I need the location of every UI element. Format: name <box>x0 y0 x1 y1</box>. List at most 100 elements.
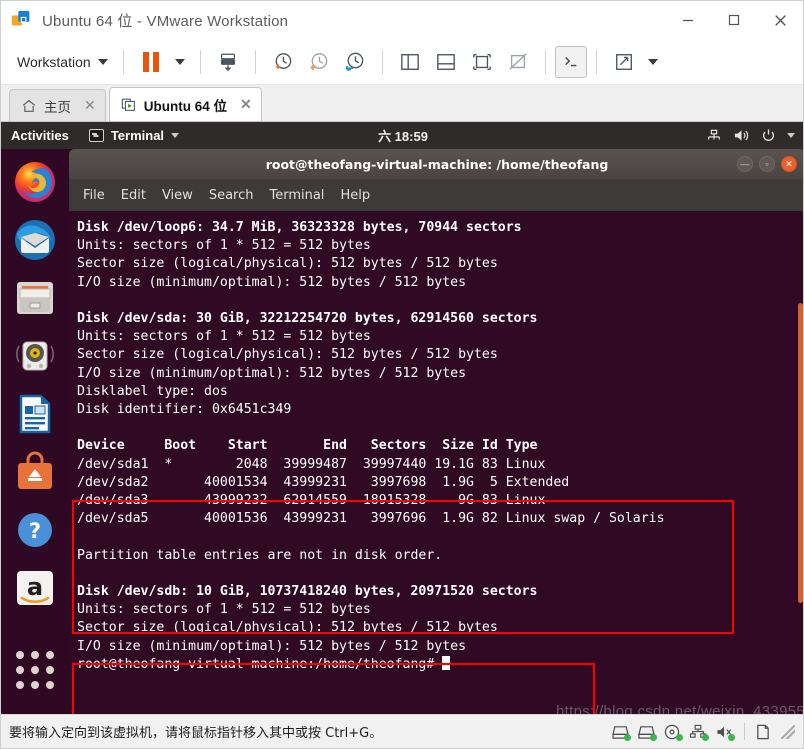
toolbar-divider <box>544 49 546 74</box>
status-dot <box>624 733 631 741</box>
sda-line-1: Units: sectors of 1 * 512 = 512 bytes <box>77 329 371 345</box>
pause-icon <box>142 51 159 72</box>
vmware-workstation-window: Ubuntu 64 位 - VMware Workstation Worksta… <box>0 0 804 749</box>
partition-row-sda5: /dev/sda5 40001536 43999231 3997696 1.9G… <box>77 511 665 527</box>
dock-item-libreoffice-writer[interactable] <box>12 391 58 437</box>
loop6-line-3: I/O size (minimum/optimal): 512 bytes / … <box>77 274 467 290</box>
toolbar-divider <box>381 49 383 74</box>
menu-help[interactable]: Help <box>340 188 370 203</box>
show-left-pane-button[interactable] <box>392 46 428 78</box>
clock-plus-icon <box>275 53 292 70</box>
status-device-icons <box>611 723 795 741</box>
window-controls <box>665 1 803 39</box>
guest-screen[interactable]: Activities Terminal 六 18:59 ? a root@the… <box>1 122 804 714</box>
maximize-button[interactable] <box>711 1 757 39</box>
status-divider <box>744 723 745 740</box>
unity-mode-button[interactable] <box>500 46 536 78</box>
terminal-maximize-button[interactable]: ▫ <box>759 156 775 172</box>
sdb-line-0: Disk /dev/sdb: 10 GiB, 10737418240 bytes… <box>77 584 538 600</box>
partition-row-sda3: /dev/sda3 43999232 62914559 18915328 9G … <box>77 493 546 509</box>
close-button[interactable] <box>757 1 803 39</box>
tab-ubuntu[interactable]: Ubuntu 64 位 ✕ <box>108 87 262 121</box>
resize-grip[interactable] <box>781 724 795 739</box>
vmware-logo-icon <box>11 10 30 26</box>
amazon-icon: a <box>17 571 53 605</box>
full-screen-button[interactable] <box>464 46 500 78</box>
vm-running-icon <box>121 98 135 111</box>
dock-item-amazon[interactable]: a <box>12 565 58 611</box>
tab-home[interactable]: 主页 ✕ <box>9 89 106 121</box>
terminal-close-button[interactable]: ✕ <box>781 156 797 172</box>
workstation-menu-button[interactable]: Workstation <box>9 50 114 74</box>
console-view-button[interactable] <box>554 45 587 78</box>
help-icon: ? <box>18 513 52 547</box>
menu-search[interactable]: Search <box>209 188 254 203</box>
menu-view[interactable]: View <box>162 188 193 203</box>
pause-button[interactable] <box>133 46 169 78</box>
snapshot-manager-button[interactable] <box>210 46 246 78</box>
dock-item-firefox[interactable] <box>12 159 58 205</box>
terminal-minimize-button[interactable]: — <box>737 156 753 172</box>
unity-off-icon <box>509 52 527 70</box>
terminal-menubar: File Edit View Search Terminal Help <box>69 179 803 211</box>
dock-item-files[interactable] <box>12 275 58 321</box>
status-network-icon[interactable] <box>689 724 709 741</box>
status-dot <box>728 733 735 741</box>
tab-home-close-button[interactable]: ✕ <box>84 97 96 114</box>
loop6-line-1: Units: sectors of 1 * 512 = 512 bytes <box>77 238 371 254</box>
activities-button[interactable]: Activities <box>11 128 69 143</box>
dock-item-ubuntu-software[interactable] <box>12 449 58 495</box>
partition-order-note: Partition table entries are not in disk … <box>77 547 443 563</box>
dock-item-thunderbird[interactable] <box>12 217 58 263</box>
thunderbird-icon <box>15 220 55 260</box>
svg-text:?: ? <box>29 519 41 543</box>
terminal-prompt-icon <box>564 56 577 66</box>
terminal-text: Disk /dev/loop6: 34.7 MiB, 36323328 byte… <box>77 219 803 674</box>
menu-file[interactable]: File <box>83 188 105 203</box>
terminal-window-controls: — ▫ ✕ <box>737 156 797 172</box>
status-message: 要将输入定向到该虚拟机，请将鼠标指针移入其中或按 Ctrl+G。 <box>9 726 383 741</box>
window-titlebar: Ubuntu 64 位 - VMware Workstation <box>1 1 803 39</box>
caret-down-icon <box>97 58 108 65</box>
partition-row-sda2: /dev/sda2 40001534 43999231 3997698 1.9G… <box>77 474 570 490</box>
status-sound-icon[interactable] <box>715 724 735 741</box>
clock-wrench-icon <box>346 52 364 71</box>
sdb-line-2: Sector size (logical/physical): 512 byte… <box>77 620 498 636</box>
dock-item-rhythmbox[interactable] <box>12 333 58 379</box>
take-snapshot-button[interactable] <box>265 46 301 78</box>
stretch-button[interactable] <box>606 46 642 78</box>
dock-item-help[interactable]: ? <box>12 507 58 553</box>
terminal-window: root@theofang-virtual-machine: /home/the… <box>69 122 804 714</box>
manage-snapshots-button[interactable] <box>337 46 373 78</box>
watermark: https://blog.csdn.net/weixin_43395579 <box>556 703 804 714</box>
partition-table-header: Device Boot Start End Sectors Size Id Ty… <box>77 438 538 454</box>
loop6-line-0: Disk /dev/loop6: 34.7 MiB, 36323328 byte… <box>77 220 522 235</box>
terminal-title: root@theofang-virtual-machine: /home/the… <box>265 156 609 172</box>
terminal-prompt: root@theofang-virtual-machine:/home/theo… <box>77 656 443 672</box>
sda-line-0: Disk /dev/sda: 30 GiB, 32212254720 bytes… <box>77 311 538 327</box>
minimize-button[interactable] <box>665 1 711 39</box>
status-cd-dvd-icon[interactable] <box>663 724 683 741</box>
show-bottom-pane-button[interactable] <box>428 46 464 78</box>
rhythmbox-icon <box>16 341 54 371</box>
menu-edit[interactable]: Edit <box>121 188 146 203</box>
pause-dropdown[interactable] <box>169 46 191 78</box>
revert-snapshot-button[interactable] <box>301 46 337 78</box>
status-hard-disk-2-icon[interactable] <box>637 724 657 741</box>
pane-left-icon <box>400 53 419 70</box>
status-hard-disk-1-icon[interactable] <box>611 724 631 741</box>
tab-ubuntu-label: Ubuntu 64 位 <box>143 98 227 114</box>
tab-ubuntu-close-button[interactable]: ✕ <box>240 96 252 113</box>
home-icon <box>22 99 36 112</box>
toolbar-divider <box>122 49 124 74</box>
sda-line-5: Disk identifier: 0x6451c349 <box>77 402 292 418</box>
dock-item-show-applications[interactable] <box>15 651 55 690</box>
status-printer-icon[interactable] <box>755 724 774 740</box>
terminal-scrollbar[interactable] <box>798 303 803 603</box>
status-dot <box>650 733 657 741</box>
terminal-output-area[interactable]: Disk /dev/loop6: 34.7 MiB, 36323328 byte… <box>69 211 803 714</box>
menu-terminal[interactable]: Terminal <box>269 188 324 203</box>
workstation-menu-label: Workstation <box>17 53 91 70</box>
stretch-dropdown[interactable] <box>642 46 664 78</box>
status-dot <box>676 733 683 741</box>
